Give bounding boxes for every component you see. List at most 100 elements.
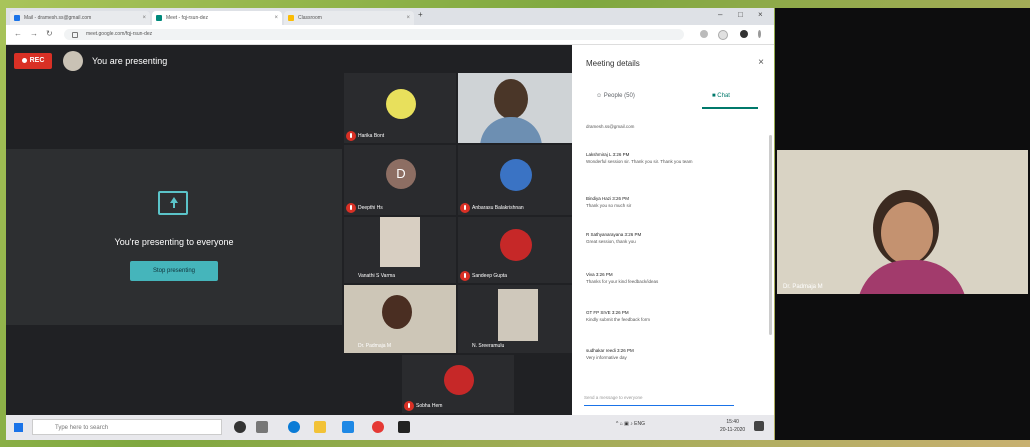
- speaker-name: Dr. Padmaja M: [783, 284, 823, 290]
- chat-message: GT FP SIVE 3:26 PM Kindly submit the feed…: [586, 309, 650, 323]
- chat-text: Great session, thank you: [586, 239, 636, 244]
- chat-sender: Viva 3:26 PM: [586, 272, 613, 277]
- participant-tile[interactable]: Dr. Padmaja M: [344, 285, 456, 353]
- meeting-details-panel: Meeting details × ☺ People (50) ■ Chat d…: [572, 45, 774, 415]
- rec-label: REC: [29, 57, 45, 64]
- close-icon[interactable]: ×: [758, 57, 764, 68]
- app-icon[interactable]: [398, 421, 410, 433]
- participant-tile[interactable]: D Deepthi Hs: [344, 145, 456, 215]
- edge-icon[interactable]: [288, 421, 300, 433]
- file-explorer-icon[interactable]: [314, 421, 326, 433]
- participant-tile[interactable]: Sandeep Gupta: [458, 217, 572, 283]
- chat-sender: sudhakar reedi 3:26 PM: [586, 348, 634, 353]
- chat-scrollbar[interactable]: [769, 135, 772, 335]
- maximize-icon[interactable]: □: [738, 10, 743, 19]
- chrome-icon[interactable]: [372, 421, 384, 433]
- participant-name: Sobha Hem: [416, 403, 443, 409]
- avatar: [63, 51, 83, 71]
- minimize-icon[interactable]: –: [718, 10, 722, 19]
- participant-name: Anbarasu Balakrishnan: [472, 205, 524, 211]
- close-icon[interactable]: ×: [406, 11, 410, 25]
- tab-strip: Mail - dramesh.ss@gmail.com × Meet - fqj…: [6, 8, 774, 25]
- speaker-video: Dr. Padmaja M: [777, 150, 1028, 294]
- avatar: [444, 365, 474, 395]
- clock-date: 20-11-2020: [720, 427, 746, 433]
- active-tab-indicator: [702, 107, 758, 109]
- mail-icon: [14, 15, 20, 21]
- stop-presenting-button[interactable]: Stop presenting: [130, 261, 218, 281]
- tab-mail[interactable]: Mail - dramesh.ss@gmail.com ×: [10, 11, 150, 25]
- panel-title: Meeting details: [586, 59, 640, 68]
- participant-tile[interactable]: Harika Bont: [344, 73, 456, 143]
- store-icon[interactable]: [342, 421, 354, 433]
- classroom-icon: [288, 15, 294, 21]
- chat-message: Lakshmiraj L 3:26 PM Wonderful session si…: [586, 151, 696, 165]
- participant-tile[interactable]: [458, 73, 572, 143]
- chat-message: Bindiya Hazi 3:26 PM Thank you so much si…: [586, 195, 631, 209]
- avatar: [382, 295, 412, 329]
- chat-message: dramesh.ss@gmail.com: [586, 123, 634, 130]
- tab-label: Mail - dramesh.ss@gmail.com: [24, 15, 92, 21]
- tray-icons[interactable]: ^ ⌂ ▣ ♪ ENG: [616, 421, 645, 427]
- tab-people-label: People (50): [603, 93, 635, 99]
- chat-sender: GT FP SIVE 3:26 PM: [586, 310, 629, 315]
- close-icon[interactable]: ×: [142, 11, 146, 25]
- chat-text: Kindly submit the feedback form: [586, 317, 651, 322]
- tab-classroom[interactable]: Classroom ×: [284, 11, 414, 25]
- profile-icon[interactable]: [740, 30, 748, 38]
- new-tab-icon[interactable]: +: [418, 10, 423, 19]
- chat-text: Very informative day: [586, 355, 627, 360]
- star-icon[interactable]: [718, 30, 728, 40]
- participant-name: Harika Bont: [358, 133, 385, 139]
- people-icon: ☺: [596, 93, 604, 99]
- taskbar: Type here to search ^ ⌂ ▣ ♪ ENG 15:40 20…: [6, 415, 774, 440]
- reload-icon[interactable]: ↻: [46, 29, 53, 38]
- tab-chat-label: Chat: [717, 93, 730, 99]
- lock-icon: [72, 32, 78, 38]
- avatar: [386, 89, 416, 119]
- avatar: [498, 289, 538, 341]
- avatar: [494, 79, 528, 119]
- avatar: [380, 217, 420, 267]
- close-icon[interactable]: ×: [274, 11, 278, 25]
- chat-sender: R Sathyanarayana 3:26 PM: [586, 232, 642, 237]
- present-screen-icon: [158, 191, 188, 215]
- avatar: [500, 229, 532, 261]
- camera-icon[interactable]: [700, 30, 708, 38]
- rec-badge: REC: [14, 53, 52, 69]
- clock[interactable]: 15:40 20-11-2020: [720, 418, 745, 434]
- chat-text: dramesh.ss@gmail.com: [586, 124, 635, 129]
- back-icon[interactable]: ←: [14, 29, 22, 38]
- chat-message: sudhakar reedi 3:26 PM Very informative d…: [586, 347, 634, 361]
- participant-tile[interactable]: Vanathi S Varma: [344, 217, 456, 283]
- avatar: [480, 117, 542, 143]
- participant-tile[interactable]: N. Sreeramulu: [458, 285, 572, 353]
- stage-message: You're presenting to everyone: [114, 237, 234, 247]
- taskbar-search-input[interactable]: Type here to search: [32, 419, 222, 435]
- address-bar: ← → ↻ meet.google.com/fqj-rsun-dez: [6, 25, 774, 45]
- forward-icon[interactable]: →: [30, 29, 38, 38]
- tab-chat[interactable]: ■ Chat: [712, 93, 730, 99]
- participant-name: N. Sreeramulu: [472, 343, 505, 349]
- close-window-icon[interactable]: ×: [758, 10, 763, 19]
- browser-window: Mail - dramesh.ss@gmail.com × Meet - fqj…: [6, 8, 774, 440]
- tab-people[interactable]: ☺ People (50): [596, 93, 635, 99]
- notification-icon[interactable]: [754, 421, 764, 431]
- avatar: [500, 159, 532, 191]
- tab-label: Classroom: [298, 15, 322, 21]
- participant-name: Sandeep Gupta: [472, 273, 508, 279]
- participant-tile[interactable]: Sobha Hem: [402, 355, 514, 413]
- task-view-icon[interactable]: [256, 421, 268, 433]
- windows-start-icon[interactable]: [14, 423, 23, 432]
- tab-meet[interactable]: Meet - fqj-rsun-dez ×: [152, 11, 282, 25]
- chat-sender: Lakshmiraj L 3:26 PM: [586, 152, 630, 157]
- avatar: D: [386, 159, 416, 189]
- rec-dot-icon: [21, 57, 27, 63]
- chat-text: Thanks for your kind feedback/ideas: [586, 279, 659, 284]
- menu-icon[interactable]: [758, 30, 761, 38]
- chat-input[interactable]: Send a message to everyone: [584, 395, 734, 406]
- url-field[interactable]: meet.google.com/fqj-rsun-dez: [64, 29, 684, 40]
- participant-name: Deepthi Hs: [358, 205, 383, 211]
- cortana-icon[interactable]: [234, 421, 246, 433]
- participant-tile[interactable]: Anbarasu Balakrishnan: [458, 145, 572, 215]
